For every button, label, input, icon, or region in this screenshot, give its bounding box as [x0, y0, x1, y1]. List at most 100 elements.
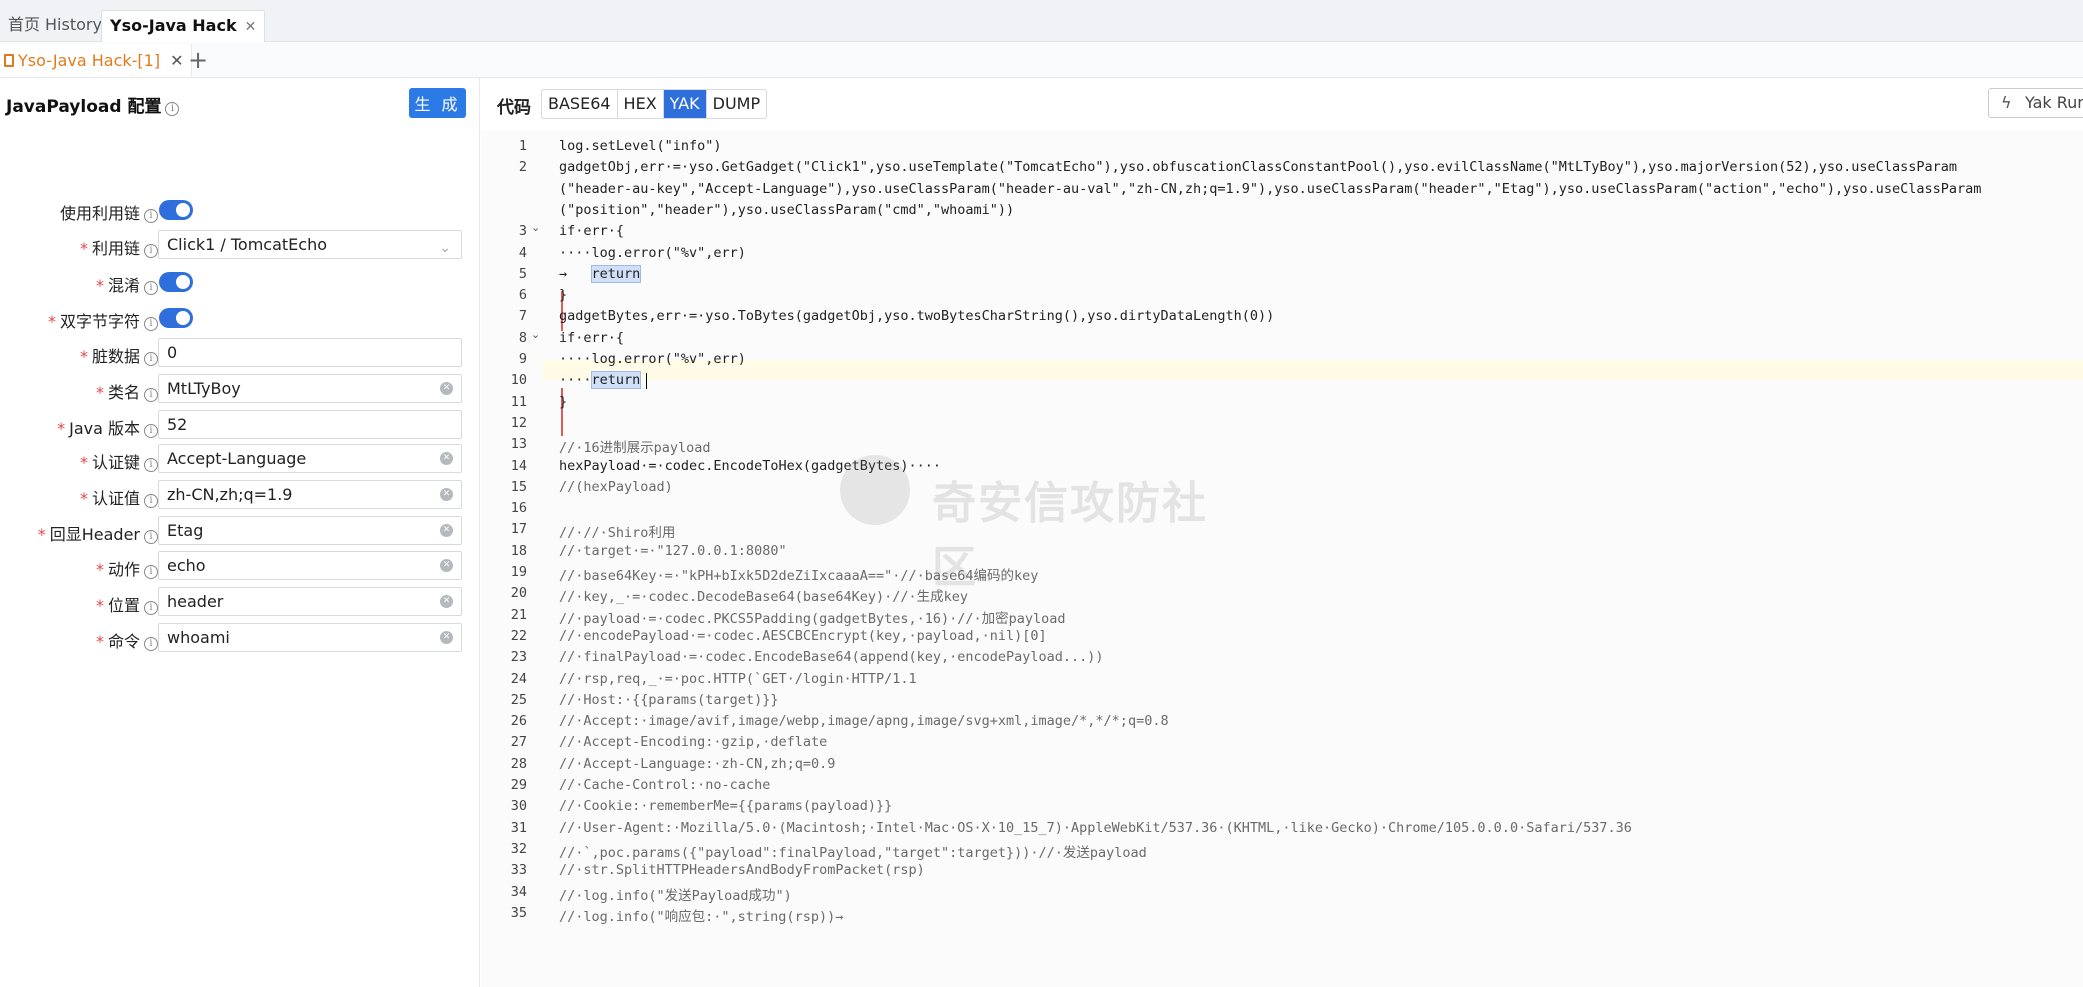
text-field[interactable]: whoami ✕: [158, 623, 462, 652]
tab-yso-java-hack[interactable]: Yso-Java Hack ✕: [101, 10, 266, 42]
line-number: 8: [518, 329, 527, 346]
top-tab-bar: 首页 History Yso-Java Hack ✕: [0, 0, 2083, 42]
code-line: //·User-Agent:·Mozilla/5.0·(Macintosh;·I…: [559, 819, 1632, 836]
mode-yak[interactable]: YAK: [663, 90, 707, 118]
tab-label: Yso-Java Hack: [110, 16, 237, 35]
info-icon: i: [144, 281, 158, 295]
close-icon[interactable]: ✕: [245, 19, 257, 35]
field-label-text: 利用链: [91, 239, 140, 258]
text-field[interactable]: Accept-Language ✕: [158, 444, 462, 473]
required-mark: *: [95, 276, 104, 295]
text-field[interactable]: zh-CN,zh;q=1.9 ✕: [158, 480, 462, 509]
code-line: }: [559, 393, 568, 410]
text-field[interactable]: 0: [158, 338, 462, 367]
code-editor[interactable]: 1 log.setLevel("info") 2 gadgetObj,err·=·ys…: [481, 130, 2083, 987]
field-label-text: 认证键: [91, 453, 140, 472]
chevron-down-icon[interactable]: ⌄: [439, 235, 451, 262]
info-icon: i: [144, 494, 158, 508]
config-row: * 双字节字符 i: [0, 303, 480, 333]
line-number: 10: [510, 372, 527, 389]
field-label: 使用利用链 i: [60, 200, 158, 224]
close-icon[interactable]: ✕: [170, 51, 183, 70]
required-mark: *: [95, 383, 104, 402]
toggle-switch[interactable]: [159, 272, 193, 292]
field-label: * 认证键 i: [80, 449, 158, 473]
line-number: 33: [510, 862, 527, 879]
field-label-text: 回显Header: [49, 525, 140, 544]
return-keyword-selection: return: [590, 264, 642, 283]
code-line: ("position","header"),yso.useClassParam(…: [559, 201, 1015, 218]
line-number: 19: [510, 564, 527, 580]
field-label: * 利用链 i: [80, 235, 158, 259]
clear-icon[interactable]: ✕: [440, 595, 453, 608]
line-number: 3: [518, 223, 527, 240]
field-label-text: 位置: [107, 596, 140, 615]
toggle-switch[interactable]: [159, 308, 193, 328]
field-value: 52: [167, 415, 188, 434]
text-field[interactable]: header ✕: [158, 587, 462, 616]
code-line: ("header-au-key","Accept-Language"),yso.…: [559, 180, 1982, 197]
line-number: 13: [510, 436, 527, 453]
line-number: 15: [510, 478, 527, 495]
code-toolbar: 代码 BASE64 HEX YAK DUMP ϟ Yak Run: [481, 78, 2083, 130]
text-field[interactable]: MtLTyBoy ✕: [158, 374, 462, 403]
mode-dump[interactable]: DUMP: [707, 90, 766, 118]
line-number: 6: [518, 287, 527, 304]
toggle-switch[interactable]: [159, 200, 193, 220]
current-line-highlight: [543, 360, 2083, 380]
code-line: //·Accept-Encoding:·gzip,·deflate: [559, 734, 828, 751]
line-number: 17: [510, 521, 527, 538]
clear-icon[interactable]: ✕: [440, 559, 453, 572]
field-value: 0: [167, 343, 178, 362]
field-label-text: 脏数据: [91, 347, 140, 366]
line-number: 4: [518, 244, 527, 261]
code-line: log.setLevel("info"): [559, 138, 722, 154]
add-tab-icon[interactable]: +: [188, 44, 208, 77]
text-field[interactable]: Etag ✕: [158, 516, 462, 545]
code-line: //·encodePayload·=·codec.AESCBCEncrypt(k…: [559, 627, 1047, 644]
document-icon: [4, 54, 14, 67]
generate-button[interactable]: 生 成: [409, 88, 466, 118]
mode-hex[interactable]: HEX: [618, 90, 664, 118]
field-value: Accept-Language: [167, 449, 307, 468]
text-field[interactable]: echo ✕: [158, 551, 462, 580]
subtab-yso-java-hack-1[interactable]: Yso-Java Hack-[1] ✕: [0, 44, 193, 77]
field-value: header: [167, 592, 224, 611]
watermark: 奇安信攻防社区: [840, 455, 1240, 593]
text-field[interactable]: 52: [158, 410, 462, 439]
info-icon: i: [144, 244, 158, 258]
field-label: * Java 版本 i: [57, 415, 158, 439]
code-mode-selector: BASE64 HEX YAK DUMP: [541, 89, 768, 119]
clear-icon[interactable]: ✕: [440, 488, 453, 501]
tab-history[interactable]: History: [37, 10, 110, 42]
fold-chevron-icon[interactable]: ⌄: [531, 328, 540, 341]
fold-chevron-icon[interactable]: ⌄: [531, 221, 540, 234]
line-number: 27: [510, 734, 527, 751]
line-number: 9: [518, 351, 527, 367]
info-icon: i: [144, 209, 158, 223]
code-line: ····log.error("%v",err): [559, 244, 746, 261]
field-label: * 位置 i: [96, 592, 158, 616]
field-label-text: 认证值: [91, 489, 140, 508]
clear-icon[interactable]: ✕: [440, 631, 453, 644]
code-line: //·payload·=·codec.PKCS5Padding(gadgetBy…: [559, 610, 1066, 627]
code-line: ····return: [559, 371, 642, 390]
code-line: //·str.SplitHTTPHeadersAndBodyFromPacket…: [559, 862, 925, 879]
code-line: gadgetBytes,err·=·yso.ToBytes(gadgetObj,…: [559, 308, 1275, 325]
yak-run-button[interactable]: ϟ Yak Run: [1988, 88, 2083, 118]
clear-icon[interactable]: ✕: [440, 382, 453, 395]
config-row: * 利用链 i Click1 / TomcatEcho ⌄: [0, 230, 480, 260]
clear-icon[interactable]: ✕: [440, 524, 453, 537]
info-icon: i: [144, 352, 158, 366]
line-number: 14: [510, 457, 527, 474]
clear-icon[interactable]: ✕: [440, 452, 453, 465]
code-line: }: [559, 287, 568, 304]
code-line: //·Accept:·image/avif,image/webp,image/a…: [559, 713, 1169, 730]
mode-base64[interactable]: BASE64: [542, 90, 618, 118]
gadget-select[interactable]: Click1 / TomcatEcho ⌄: [158, 230, 462, 259]
code-line: if·err·{: [559, 329, 625, 346]
required-mark: *: [47, 312, 56, 331]
code-line: //·`,poc.params({"payload":finalPayload,…: [559, 844, 1147, 861]
code-label: 代码: [497, 98, 531, 118]
subtab-label: Yso-Java Hack-[1]: [18, 51, 161, 70]
